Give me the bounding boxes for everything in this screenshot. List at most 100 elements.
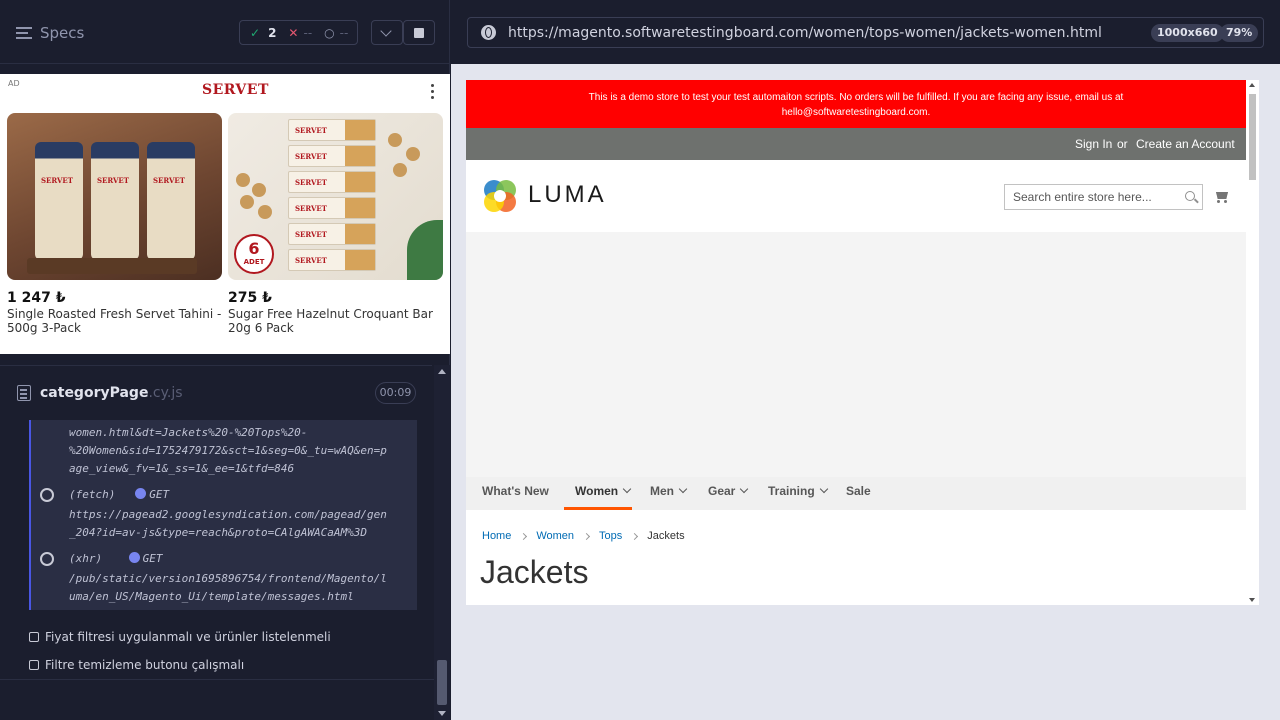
breadcrumb-tops[interactable]: Tops: [599, 530, 622, 542]
scroll-up-icon: [1249, 83, 1255, 87]
test-item[interactable]: Fiyat filtresi uygulanmalı ve ürünler li…: [29, 630, 331, 644]
create-account-link[interactable]: Create an Account: [1136, 137, 1235, 151]
stop-button[interactable]: [403, 20, 435, 45]
scroll-thumb[interactable]: [437, 660, 447, 705]
brand-logo: SERVET: [202, 82, 269, 98]
file-icon: [17, 385, 31, 401]
chevron-down-icon: [819, 484, 828, 494]
nav-whats-new[interactable]: What's New: [482, 484, 549, 498]
request-url: /pub/static/version1695896754/frontend/M…: [69, 572, 387, 585]
aut-iframe[interactable]: This is a demo store to test your test a…: [466, 80, 1259, 605]
page-title: Jackets: [480, 554, 589, 590]
log-line: age_view&_fv=1&_ss=1&_ee=1&tfd=846: [69, 462, 295, 475]
product-name: Single Roasted Fresh Servet Tahini - 500…: [7, 307, 222, 335]
spec-file-name[interactable]: categoryPage.cy.js: [40, 385, 183, 401]
aut-header: https://magento.softwaretestingboard.com…: [451, 0, 1280, 64]
auto-scroll-button[interactable]: [371, 20, 403, 45]
cart-icon[interactable]: [1214, 190, 1230, 204]
globe-icon: [481, 25, 496, 40]
search-input[interactable]: Search entire store here...: [1004, 184, 1203, 210]
x-icon: ✕: [288, 25, 299, 40]
request-url: https://pagead2.googlesyndication.com/pa…: [69, 508, 387, 521]
log-line: %20Women&sid=1752479172&sct=1&seg=0&_tu=…: [69, 444, 387, 457]
ad-product-card[interactable]: SERVET SERVET SERVET 1 247 ₺ Single Roas…: [7, 113, 222, 335]
quantity-badge: 6 ADET: [234, 234, 274, 274]
chevron-down-icon: [740, 484, 749, 494]
ad-banner[interactable]: AD SERVET SERVET SERVET SERVET 1 247 ₺ S…: [0, 74, 450, 354]
specs-toggle[interactable]: Specs: [16, 24, 84, 42]
scroll-down-icon: [1249, 598, 1255, 602]
aut-scrollbar[interactable]: [1246, 80, 1259, 605]
scroll-down-icon[interactable]: [438, 711, 446, 716]
nav-men[interactable]: Men: [650, 484, 688, 498]
request-dot-icon: [135, 488, 147, 499]
nav-gear[interactable]: Gear: [708, 484, 749, 498]
test-item[interactable]: Filtre temizleme butonu çalışmalı: [29, 658, 244, 672]
request-status-icon: [40, 488, 54, 502]
test-title: Fiyat filtresi uygulanmalı ve ürünler li…: [45, 630, 331, 644]
or-text: or: [1117, 137, 1128, 151]
cypress-runner: Specs ✓ 2 ✕ -- ○ -- AD SERVET SERVET SER…: [0, 0, 1280, 720]
menu-icon: [16, 27, 32, 39]
stop-icon: [414, 28, 424, 38]
request-entry[interactable]: (xhr) GET: [69, 550, 163, 569]
breadcrumb-women[interactable]: Women: [536, 530, 574, 542]
header-panel: Sign In or Create an Account: [466, 128, 1246, 160]
luma-logo-icon[interactable]: [482, 178, 518, 214]
sign-in-link[interactable]: Sign In: [1075, 137, 1112, 151]
search-icon[interactable]: [1185, 191, 1195, 201]
reporter-panel: Specs ✓ 2 ✕ -- ○ -- AD SERVET SERVET SER…: [0, 0, 450, 720]
spec-timer: 00:09: [375, 382, 416, 404]
chevron-down-icon: [622, 484, 632, 494]
request-dot-icon: [128, 552, 140, 563]
scroll-thumb: [1249, 94, 1256, 180]
hero-banner: [466, 232, 1246, 477]
url-bar[interactable]: https://magento.softwaretestingboard.com…: [467, 17, 1264, 48]
chevron-right-icon: [520, 532, 528, 540]
command-log[interactable]: women.html&dt=Jackets%20-%20Tops%20- %20…: [29, 420, 417, 610]
product-price: 275 ₺: [228, 290, 272, 306]
main-navigation: What's New Women Men Gear Training Sale: [466, 477, 1246, 510]
pending-count: --: [339, 25, 349, 40]
site-header: LUMA Search entire store here...: [466, 160, 1246, 232]
test-title: Filtre temizleme butonu çalışmalı: [45, 658, 245, 672]
ad-tag: AD: [8, 79, 20, 88]
request-url: uma/en_US/Magento_Ui/template/messages.h…: [69, 590, 354, 603]
breadcrumb-current: Jackets: [647, 530, 685, 542]
breadcrumb: Home Women Tops Jackets: [482, 530, 685, 542]
passed-count: 2: [268, 25, 277, 40]
failed-count: --: [303, 25, 313, 40]
reporter-scrollbar[interactable]: [434, 365, 450, 720]
demo-notice: This is a demo store to test your test a…: [466, 80, 1246, 128]
product-image: SERVET SERVET SERVET: [7, 113, 222, 280]
log-line: women.html&dt=Jackets%20-%20Tops%20-: [69, 426, 308, 439]
ad-product-card[interactable]: SERVET SERVET SERVET SERVET SERVET SERVE…: [228, 113, 443, 335]
scroll-up-icon[interactable]: [438, 369, 446, 374]
aut-url[interactable]: https://magento.softwaretestingboard.com…: [508, 25, 1102, 41]
reporter-header: Specs ✓ 2 ✕ -- ○ --: [0, 0, 450, 64]
chevron-down-icon: [380, 25, 392, 37]
logo-text[interactable]: LUMA: [528, 181, 607, 209]
pending-test-icon: [29, 632, 39, 642]
aut-panel: https://magento.softwaretestingboard.com…: [451, 0, 1280, 720]
nav-training[interactable]: Training: [768, 484, 828, 498]
request-status-icon: [40, 552, 54, 566]
check-icon: ✓: [250, 25, 261, 40]
zoom-level: 79%: [1220, 24, 1259, 42]
more-options-icon[interactable]: [431, 84, 435, 100]
nav-sale[interactable]: Sale: [846, 484, 871, 498]
product-price: 1 247 ₺: [7, 290, 66, 306]
chevron-right-icon: [631, 532, 639, 540]
chevron-right-icon: [583, 532, 591, 540]
breadcrumb-home[interactable]: Home: [482, 530, 511, 542]
chevron-down-icon: [678, 484, 688, 494]
request-url: _204?id=av-js&type=reach&proto=CAlgAWACa…: [69, 526, 368, 539]
product-image: SERVET SERVET SERVET SERVET SERVET SERVE…: [228, 113, 443, 280]
active-nav-underline: [564, 507, 632, 510]
pending-test-icon: [29, 660, 39, 670]
nav-women[interactable]: Women: [575, 484, 632, 498]
product-name: Sugar Free Hazelnut Croquant Bar 20g 6 P…: [228, 307, 433, 335]
viewport-size[interactable]: 1000x660: [1151, 24, 1224, 42]
spec-file-header: categoryPage.cy.js 00:09: [0, 365, 432, 420]
request-entry[interactable]: (fetch) GET: [69, 486, 169, 505]
